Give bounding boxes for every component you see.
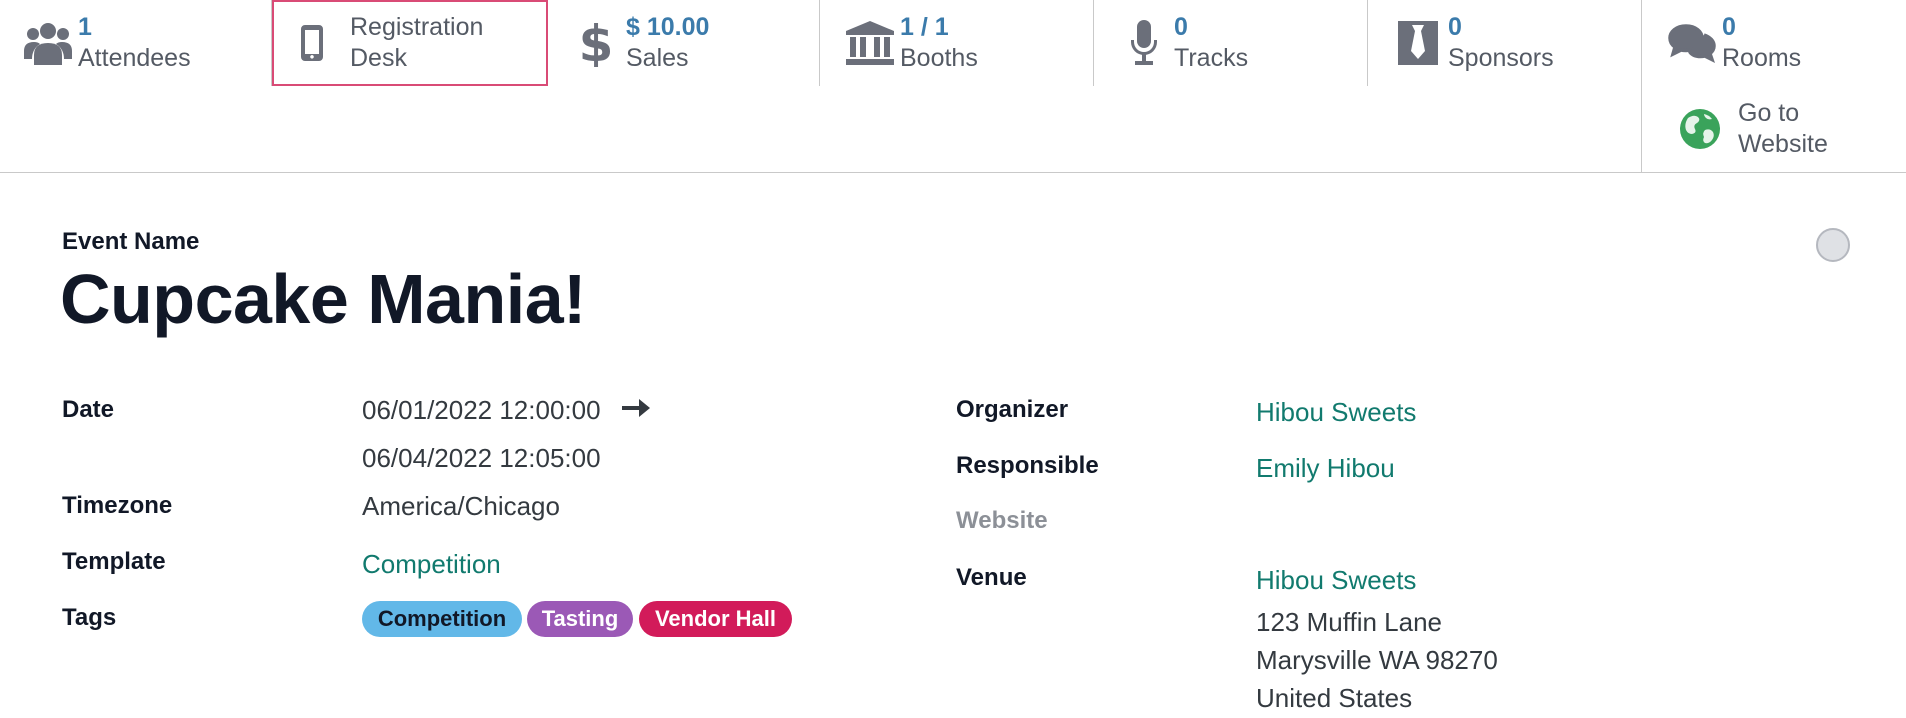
- svg-text:$: $: [581, 19, 611, 67]
- timezone-field[interactable]: America/Chicago: [362, 491, 560, 522]
- kanban-state-indicator[interactable]: [1816, 228, 1850, 262]
- event-name-field[interactable]: Cupcake Mania!: [60, 259, 586, 339]
- attendees-label: Attendees: [78, 44, 191, 72]
- website-label-line1: Go to: [1738, 99, 1800, 127]
- registration-desk-button[interactable]: Registration Desk: [272, 0, 548, 86]
- sponsors-count: 0: [1448, 13, 1462, 41]
- tag-competition[interactable]: Competition: [362, 601, 522, 637]
- smart-button-box: 1 Attendees Registration Desk $ $ 10.00 …: [0, 0, 1906, 173]
- arrow-right-icon: [622, 399, 650, 422]
- sponsors-label: Sponsors: [1448, 44, 1554, 72]
- divider: [1093, 0, 1094, 86]
- organizer-link[interactable]: Hibou Sweets: [1256, 397, 1416, 428]
- website-label: Website: [956, 507, 1048, 534]
- tracks-count: 0: [1174, 13, 1188, 41]
- registration-label-line2: Desk: [350, 44, 407, 72]
- black-tie-icon: [1388, 19, 1448, 67]
- venue-label: Venue: [956, 564, 1027, 591]
- rooms-count: 0: [1722, 13, 1736, 41]
- template-label: Template: [62, 548, 166, 575]
- dollar-icon: $: [566, 19, 626, 67]
- date-label: Date: [62, 396, 115, 423]
- mobile-phone-icon: [274, 19, 350, 67]
- booths-label: Booths: [900, 44, 978, 72]
- tracks-label: Tracks: [1174, 44, 1249, 72]
- venue-link[interactable]: Hibou Sweets: [1256, 565, 1416, 596]
- date-begin-field[interactable]: 06/01/2022 12:00:00: [362, 395, 601, 426]
- booths-button[interactable]: 1 / 1 Booths: [840, 0, 1092, 86]
- event-name-caption: Event Name: [62, 228, 200, 255]
- timezone-label: Timezone: [62, 492, 173, 519]
- venue-city: Marysville WA 98270: [1256, 645, 1498, 675]
- responsible-link[interactable]: Emily Hibou: [1256, 453, 1395, 484]
- website-label-line2: Website: [1738, 130, 1828, 158]
- divider: [819, 0, 820, 86]
- sales-label: Sales: [626, 44, 689, 72]
- form-sheet: Event Name Cupcake Mania! Date 06/01/202…: [0, 174, 1906, 718]
- sales-button[interactable]: $ $ 10.00 Sales: [566, 0, 818, 86]
- go-to-website-button[interactable]: Go to Website: [1662, 86, 1906, 172]
- tag-vendor-hall[interactable]: Vendor Hall: [639, 601, 792, 637]
- organizer-label: Organizer: [956, 396, 1069, 423]
- registration-label-line1: Registration: [350, 13, 484, 41]
- venue-street: 123 Muffin Lane: [1256, 607, 1442, 637]
- tags-label: Tags: [62, 604, 117, 631]
- comments-icon: [1662, 19, 1722, 67]
- sales-amount: $ 10.00: [626, 13, 710, 41]
- rooms-label: Rooms: [1722, 44, 1802, 72]
- divider: [1367, 0, 1368, 86]
- date-end-field[interactable]: 06/04/2022 12:05:00: [362, 443, 601, 474]
- globe-icon: [1662, 105, 1738, 153]
- rooms-button[interactable]: 0 Rooms: [1662, 0, 1906, 86]
- responsible-label: Responsible: [956, 452, 1099, 479]
- attendees-button[interactable]: 1 Attendees: [18, 0, 270, 86]
- tag-tasting[interactable]: Tasting: [527, 601, 633, 637]
- template-link[interactable]: Competition: [362, 549, 501, 580]
- tracks-button[interactable]: 0 Tracks: [1114, 0, 1366, 86]
- divider: [1641, 0, 1642, 173]
- microphone-icon: [1114, 19, 1174, 67]
- booths-count: 1 / 1: [900, 13, 949, 41]
- attendees-count: 1: [78, 13, 92, 41]
- sponsors-button[interactable]: 0 Sponsors: [1388, 0, 1640, 86]
- bank-icon: [840, 19, 900, 67]
- venue-country: United States: [1256, 683, 1413, 713]
- users-icon: [18, 19, 78, 67]
